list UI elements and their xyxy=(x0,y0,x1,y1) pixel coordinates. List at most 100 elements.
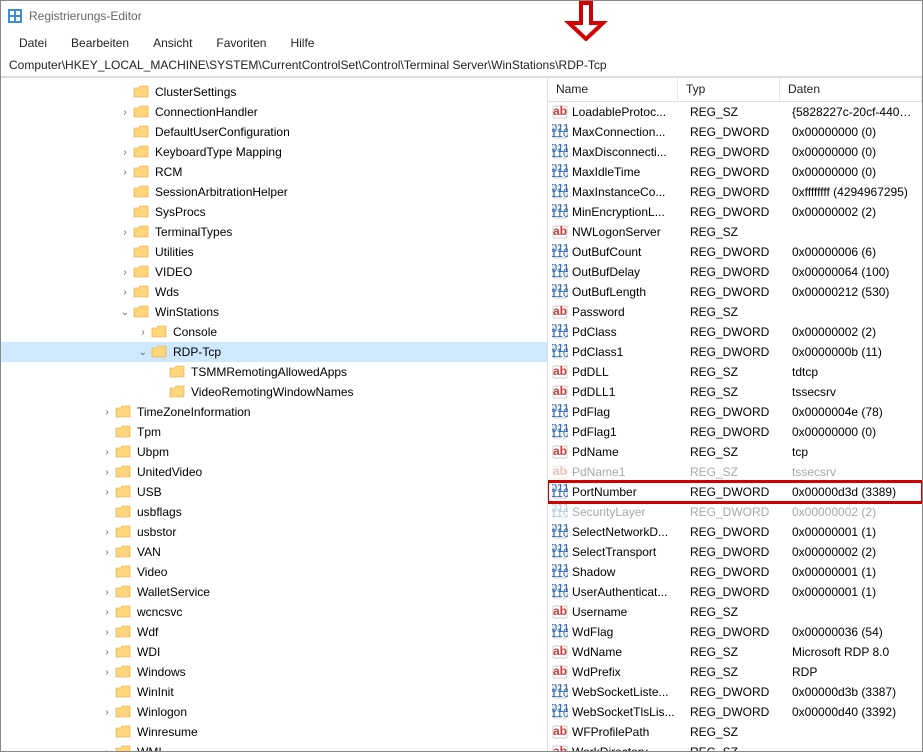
expand-toggle-icon[interactable]: › xyxy=(99,407,115,418)
expand-toggle-icon[interactable]: › xyxy=(99,607,115,618)
value-row[interactable]: abPdName1REG_SZtssecsrv xyxy=(548,462,922,482)
tree-item-wmi[interactable]: ›WMI xyxy=(1,742,547,751)
expand-toggle-icon[interactable]: › xyxy=(99,747,115,752)
key-tree[interactable]: ClusterSettings›ConnectionHandlerDefault… xyxy=(1,78,548,751)
value-row[interactable]: 011110PdFlag1REG_DWORD0x00000000 (0) xyxy=(548,422,922,442)
value-row[interactable]: 011110PdFlagREG_DWORD0x0000004e (78) xyxy=(548,402,922,422)
menu-view[interactable]: Ansicht xyxy=(143,34,202,52)
tree-item-wds[interactable]: ›Wds xyxy=(1,282,547,302)
expand-toggle-icon[interactable]: › xyxy=(117,287,133,298)
tree-item-rdp-tcp[interactable]: ⌄RDP-Tcp xyxy=(1,342,547,362)
expand-toggle-icon[interactable]: › xyxy=(99,707,115,718)
value-row[interactable]: abNWLogonServerREG_SZ xyxy=(548,222,922,242)
expand-toggle-icon[interactable]: › xyxy=(117,267,133,278)
expand-toggle-icon[interactable]: › xyxy=(135,327,151,338)
value-row[interactable]: 011110MaxInstanceCo...REG_DWORD0xfffffff… xyxy=(548,182,922,202)
tree-item-windows[interactable]: ›Windows xyxy=(1,662,547,682)
expand-toggle-icon[interactable]: › xyxy=(117,107,133,118)
value-row[interactable]: 011110MaxIdleTimeREG_DWORD0x00000000 (0) xyxy=(548,162,922,182)
tree-item-wininit[interactable]: WinInit xyxy=(1,682,547,702)
tree-item-walletservice[interactable]: ›WalletService xyxy=(1,582,547,602)
tree-item-timezoneinformation[interactable]: ›TimeZoneInformation xyxy=(1,402,547,422)
tree-item-videoremotingwindownames[interactable]: VideoRemotingWindowNames xyxy=(1,382,547,402)
tree-item-connectionhandler[interactable]: ›ConnectionHandler xyxy=(1,102,547,122)
value-row[interactable]: abPasswordREG_SZ xyxy=(548,302,922,322)
menu-help[interactable]: Hilfe xyxy=(280,34,324,52)
expand-toggle-icon[interactable]: › xyxy=(117,167,133,178)
value-row[interactable]: 011110WebSocketListe...REG_DWORD0x00000d… xyxy=(548,682,922,702)
value-row[interactable]: abWFProfilePathREG_SZ xyxy=(548,722,922,742)
tree-item-usbstor[interactable]: ›usbstor xyxy=(1,522,547,542)
value-row[interactable]: abWorkDirectoryREG_SZ xyxy=(548,742,922,751)
tree-item-wcncsvc[interactable]: ›wcncsvc xyxy=(1,602,547,622)
expand-toggle-icon[interactable]: › xyxy=(117,227,133,238)
tree-item-wdi[interactable]: ›WDI xyxy=(1,642,547,662)
value-row[interactable]: 011110MaxConnection...REG_DWORD0x0000000… xyxy=(548,122,922,142)
tree-item-console[interactable]: ›Console xyxy=(1,322,547,342)
expand-toggle-icon[interactable]: › xyxy=(99,547,115,558)
tree-item-sysprocs[interactable]: SysProcs xyxy=(1,202,547,222)
tree-item-ubpm[interactable]: ›Ubpm xyxy=(1,442,547,462)
header-data[interactable]: Daten xyxy=(780,78,922,101)
value-row[interactable]: abLoadableProtoc...REG_SZ{5828227c-20cf-… xyxy=(548,102,922,122)
value-row[interactable]: 011110UserAuthenticat...REG_DWORD0x00000… xyxy=(548,582,922,602)
value-row[interactable]: 011110MaxDisconnecti...REG_DWORD0x000000… xyxy=(548,142,922,162)
value-row[interactable]: 011110SelectNetworkD...REG_DWORD0x000000… xyxy=(548,522,922,542)
tree-item-winstations[interactable]: ⌄WinStations xyxy=(1,302,547,322)
tree-item-video[interactable]: Video xyxy=(1,562,547,582)
menu-file[interactable]: Datei xyxy=(9,34,57,52)
value-row[interactable]: 011110PdClassREG_DWORD0x00000002 (2) xyxy=(548,322,922,342)
tree-item-defaultuserconfiguration[interactable]: DefaultUserConfiguration xyxy=(1,122,547,142)
tree-item-usb[interactable]: ›USB xyxy=(1,482,547,502)
tree-item-rcm[interactable]: ›RCM xyxy=(1,162,547,182)
value-row[interactable]: 011110PdClass1REG_DWORD0x0000000b (11) xyxy=(548,342,922,362)
expand-toggle-icon[interactable]: › xyxy=(117,147,133,158)
tree-item-winlogon[interactable]: ›Winlogon xyxy=(1,702,547,722)
address-bar[interactable]: Computer\HKEY_LOCAL_MACHINE\SYSTEM\Curre… xyxy=(1,55,922,77)
value-row[interactable]: 011110SecurityLayerREG_DWORD0x00000002 (… xyxy=(548,502,922,522)
expand-toggle-icon[interactable]: › xyxy=(99,487,115,498)
tree-item-terminaltypes[interactable]: ›TerminalTypes xyxy=(1,222,547,242)
header-type[interactable]: Typ xyxy=(678,78,780,101)
tree-item-clustersettings[interactable]: ClusterSettings xyxy=(1,82,547,102)
tree-item-sessionarbitrationhelper[interactable]: SessionArbitrationHelper xyxy=(1,182,547,202)
value-row[interactable]: abPdDLLREG_SZtdtcp xyxy=(548,362,922,382)
expand-toggle-icon[interactable]: › xyxy=(99,587,115,598)
tree-item-utilities[interactable]: Utilities xyxy=(1,242,547,262)
value-row[interactable]: abPdDLL1REG_SZtssecsrv xyxy=(548,382,922,402)
tree-item-tsmmremotingallowedapps[interactable]: TSMMRemotingAllowedApps xyxy=(1,362,547,382)
value-row[interactable]: 011110MinEncryptionL...REG_DWORD0x000000… xyxy=(548,202,922,222)
value-row[interactable]: abPdNameREG_SZtcp xyxy=(548,442,922,462)
tree-item-usbflags[interactable]: usbflags xyxy=(1,502,547,522)
value-row[interactable]: 011110WdFlagREG_DWORD0x00000036 (54) xyxy=(548,622,922,642)
menu-edit[interactable]: Bearbeiten xyxy=(61,34,139,52)
expand-toggle-icon[interactable]: › xyxy=(99,627,115,638)
value-row[interactable]: 011110SelectTransportREG_DWORD0x00000002… xyxy=(548,542,922,562)
menu-favorites[interactable]: Favoriten xyxy=(206,34,276,52)
expand-toggle-icon[interactable]: › xyxy=(99,447,115,458)
value-row[interactable]: 011110ShadowREG_DWORD0x00000001 (1) xyxy=(548,562,922,582)
tree-item-tpm[interactable]: Tpm xyxy=(1,422,547,442)
value-row[interactable]: abUsernameREG_SZ xyxy=(548,602,922,622)
tree-item-video[interactable]: ›VIDEO xyxy=(1,262,547,282)
value-row[interactable]: 011110OutBufCountREG_DWORD0x00000006 (6) xyxy=(548,242,922,262)
expand-toggle-icon[interactable]: › xyxy=(99,527,115,538)
value-list[interactable]: Name Typ Daten abLoadableProtoc...REG_SZ… xyxy=(548,78,922,751)
expand-toggle-icon[interactable]: › xyxy=(99,667,115,678)
expand-toggle-icon[interactable]: › xyxy=(99,647,115,658)
value-row[interactable]: 011110OutBufLengthREG_DWORD0x00000212 (5… xyxy=(548,282,922,302)
expand-toggle-icon[interactable]: › xyxy=(99,467,115,478)
expand-toggle-icon[interactable]: ⌄ xyxy=(135,347,151,358)
value-row[interactable]: abWdNameREG_SZMicrosoft RDP 8.0 xyxy=(548,642,922,662)
tree-item-winresume[interactable]: Winresume xyxy=(1,722,547,742)
expand-toggle-icon[interactable]: ⌄ xyxy=(117,307,133,318)
header-name[interactable]: Name xyxy=(548,78,678,101)
tree-item-unitedvideo[interactable]: ›UnitedVideo xyxy=(1,462,547,482)
tree-item-van[interactable]: ›VAN xyxy=(1,542,547,562)
value-row[interactable]: 011110OutBufDelayREG_DWORD0x00000064 (10… xyxy=(548,262,922,282)
tree-item-wdf[interactable]: ›Wdf xyxy=(1,622,547,642)
value-row[interactable]: abWdPrefixREG_SZRDP xyxy=(548,662,922,682)
value-row[interactable]: 011110WebSocketTlsLis...REG_DWORD0x00000… xyxy=(548,702,922,722)
value-row[interactable]: 011110PortNumberREG_DWORD0x00000d3d (338… xyxy=(548,482,922,502)
tree-item-keyboardtype-mapping[interactable]: ›KeyboardType Mapping xyxy=(1,142,547,162)
